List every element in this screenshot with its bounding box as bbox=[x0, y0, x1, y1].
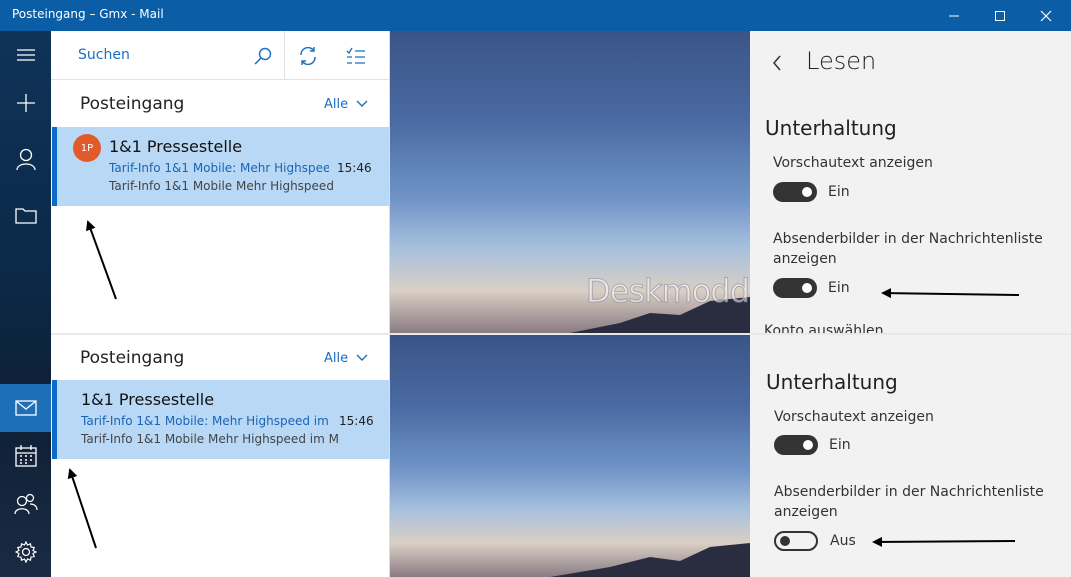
message-subject: Tarif-Info 1&1 Mobile: Mehr Highspeed bbox=[109, 161, 329, 175]
sender-avatar: 1P bbox=[73, 134, 101, 162]
sender-pictures-label-line2: anzeigen bbox=[773, 251, 837, 267]
checklist-icon bbox=[346, 47, 365, 64]
window-title: Posteingang – Gmx - Mail bbox=[12, 7, 164, 21]
toggle-knob bbox=[802, 283, 812, 293]
message-item[interactable]: 1&1 Pressestelle Tarif-Info 1&1 Mobile: … bbox=[52, 380, 389, 459]
calendar-icon bbox=[14, 445, 37, 467]
gear-icon bbox=[14, 541, 37, 563]
toggle-knob bbox=[803, 440, 813, 450]
background-image-bottom bbox=[390, 335, 750, 577]
sender-pictures-toggle[interactable] bbox=[773, 278, 817, 298]
maximize-button[interactable] bbox=[977, 0, 1023, 31]
person-icon bbox=[15, 148, 36, 170]
search-bar: Suchen bbox=[51, 31, 390, 80]
sender-pictures-label: Absenderbilder in der Nachrichtenliste bbox=[774, 484, 1044, 500]
message-preview: Tarif-Info 1&1 Mobile Mehr Highspeed bbox=[109, 179, 334, 193]
screenshot-divider bbox=[51, 333, 1071, 335]
plus-icon bbox=[16, 94, 35, 112]
preview-text-toggle[interactable] bbox=[773, 182, 817, 202]
message-time: 15:46 bbox=[337, 161, 372, 175]
toggle-knob bbox=[802, 187, 812, 197]
folder-header: Posteingang bbox=[80, 348, 185, 368]
message-list-panel-bottom: Posteingang Alle 1&1 Pressestelle Tarif-… bbox=[51, 335, 390, 577]
search-icon bbox=[254, 47, 272, 65]
sender-pictures-state: Aus bbox=[830, 533, 856, 549]
settings-section-header: Unterhaltung bbox=[766, 370, 898, 394]
sender-pictures-label-line2: anzeigen bbox=[774, 504, 838, 520]
message-list-panel-top: Suchen Posteingang Alle 1P 1&1 Presseste… bbox=[51, 31, 390, 333]
sync-icon bbox=[300, 46, 316, 66]
chevron-down-icon[interactable] bbox=[356, 100, 368, 108]
settings-section-header: Unterhaltung bbox=[765, 116, 897, 140]
hamburger-menu-button[interactable] bbox=[0, 31, 51, 79]
preview-text-toggle[interactable] bbox=[774, 435, 818, 455]
accounts-button[interactable] bbox=[0, 135, 51, 183]
filter-dropdown[interactable]: Alle bbox=[324, 97, 348, 112]
chevron-down-icon[interactable] bbox=[356, 354, 368, 362]
selection-bar bbox=[52, 380, 57, 459]
selection-bar bbox=[52, 127, 57, 206]
sender-pictures-state: Ein bbox=[828, 280, 850, 296]
message-sender: 1&1 Pressestelle bbox=[109, 137, 243, 156]
message-sender: 1&1 Pressestelle bbox=[81, 390, 215, 409]
back-arrow-icon[interactable] bbox=[772, 55, 782, 71]
minimize-icon bbox=[949, 15, 959, 16]
sender-pictures-label: Absenderbilder in der Nachrichtenliste bbox=[773, 231, 1043, 247]
close-button[interactable] bbox=[1023, 0, 1069, 31]
close-icon bbox=[1040, 10, 1052, 21]
settings-pane-bottom: Unterhaltung Vorschautext anzeigen Ein A… bbox=[750, 335, 1071, 577]
sender-pictures-toggle[interactable] bbox=[774, 531, 818, 551]
calendar-nav-button[interactable] bbox=[0, 432, 51, 480]
divider bbox=[284, 31, 285, 80]
filter-dropdown[interactable]: Alle bbox=[324, 351, 348, 366]
message-item[interactable]: 1P 1&1 Pressestelle Tarif-Info 1&1 Mobil… bbox=[52, 127, 389, 206]
people-nav-button[interactable] bbox=[0, 480, 51, 528]
preview-text-state: Ein bbox=[829, 437, 851, 453]
title-bar: Posteingang – Gmx - Mail bbox=[0, 0, 1071, 31]
mail-nav-button[interactable] bbox=[0, 384, 51, 432]
message-time: 15:46 bbox=[339, 414, 374, 428]
maximize-icon bbox=[995, 10, 1005, 21]
search-input[interactable]: Suchen bbox=[78, 47, 130, 63]
left-navigation bbox=[0, 31, 51, 577]
mountain-silhouette bbox=[550, 543, 750, 577]
folder-header: Posteingang bbox=[80, 94, 185, 114]
preview-text-state: Ein bbox=[828, 184, 850, 200]
message-subject: Tarif-Info 1&1 Mobile: Mehr Highspeed im… bbox=[81, 414, 333, 428]
preview-text-label: Vorschautext anzeigen bbox=[774, 409, 934, 425]
people-icon bbox=[13, 493, 38, 515]
mail-icon bbox=[14, 400, 37, 416]
sync-button[interactable] bbox=[292, 41, 324, 71]
search-button[interactable] bbox=[247, 41, 279, 71]
new-mail-button[interactable] bbox=[0, 79, 51, 127]
select-account-label[interactable]: Konto auswählen bbox=[764, 321, 883, 333]
preview-text-label: Vorschautext anzeigen bbox=[773, 155, 933, 171]
hamburger-icon bbox=[16, 49, 35, 61]
settings-nav-button[interactable] bbox=[0, 528, 51, 576]
minimize-button[interactable] bbox=[931, 0, 977, 31]
folders-button[interactable] bbox=[0, 191, 51, 239]
settings-title: Lesen bbox=[806, 47, 877, 75]
folder-icon bbox=[14, 208, 37, 224]
message-preview: Tarif-Info 1&1 Mobile Mehr Highspeed im … bbox=[81, 432, 339, 446]
select-mode-button[interactable] bbox=[340, 41, 372, 71]
toggle-knob bbox=[780, 536, 790, 546]
settings-pane-top: Lesen Unterhaltung Vorschautext anzeigen… bbox=[750, 31, 1071, 333]
